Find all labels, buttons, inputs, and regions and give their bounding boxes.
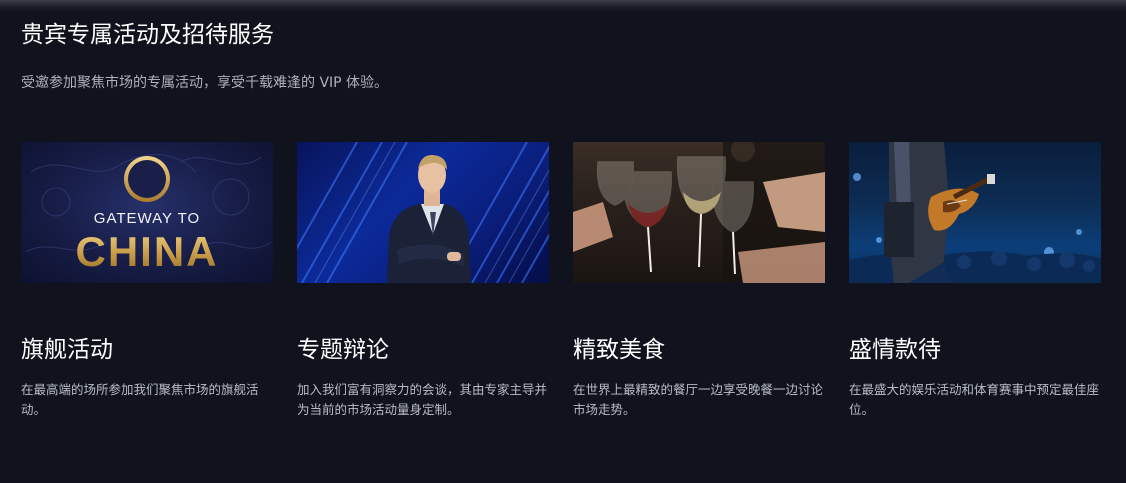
card-image-guitarist-concert[interactable] bbox=[849, 142, 1101, 283]
card-image-wine-toast[interactable] bbox=[573, 142, 825, 283]
card-description: 在世界上最精致的餐厅一边享受晚餐一边讨论市场走势。 bbox=[573, 382, 824, 417]
concert-photo-graphic bbox=[849, 142, 1101, 283]
speaker-photo-graphic bbox=[297, 142, 549, 283]
chinese-emblem-icon bbox=[124, 156, 170, 202]
gateway-text-line1: GATEWAY TO bbox=[93, 210, 201, 227]
card-flagship-events[interactable]: GATEWAY TO CHINA 旗舰活动 在最高端的场所参加我们聚焦市场的旗舰… bbox=[21, 142, 273, 417]
card-topic-debates[interactable]: 专题辩论 加入我们富有洞察力的会谈，其由专家主导并为当前的市场活动量身定制。 bbox=[297, 142, 549, 417]
card-title[interactable]: 盛情款待 bbox=[849, 335, 941, 365]
card-image-speaker[interactable] bbox=[297, 142, 549, 283]
card-title[interactable]: 精致美食 bbox=[573, 335, 665, 365]
card-fine-dining[interactable]: 精致美食 在世界上最精致的餐厅一边享受晚餐一边讨论市场走势。 bbox=[573, 142, 825, 417]
section-subtitle: 受邀参加聚焦市场的专属活动，享受千载难逢的 VIP 体验。 bbox=[21, 75, 389, 91]
card-hospitality[interactable]: 盛情款待 在最盛大的娱乐活动和体育赛事中预定最佳座位。 bbox=[849, 142, 1101, 417]
wine-glasses-graphic bbox=[573, 142, 825, 283]
card-title[interactable]: 专题辩论 bbox=[297, 335, 389, 365]
section-title: 贵宾专属活动及招待服务 bbox=[21, 22, 274, 48]
card-description: 在最高端的场所参加我们聚焦市场的旗舰活动。 bbox=[21, 382, 259, 417]
card-description: 在最盛大的娱乐活动和体育赛事中预定最佳座位。 bbox=[849, 382, 1100, 417]
gateway-text-line2: CHINA bbox=[21, 228, 273, 276]
card-description: 加入我们富有洞察力的会谈，其由专家主导并为当前的市场活动量身定制。 bbox=[297, 382, 548, 417]
top-shade bbox=[0, 0, 1126, 12]
card-image-gateway-to-china[interactable]: GATEWAY TO CHINA bbox=[21, 142, 273, 283]
card-title[interactable]: 旗舰活动 bbox=[21, 335, 113, 365]
